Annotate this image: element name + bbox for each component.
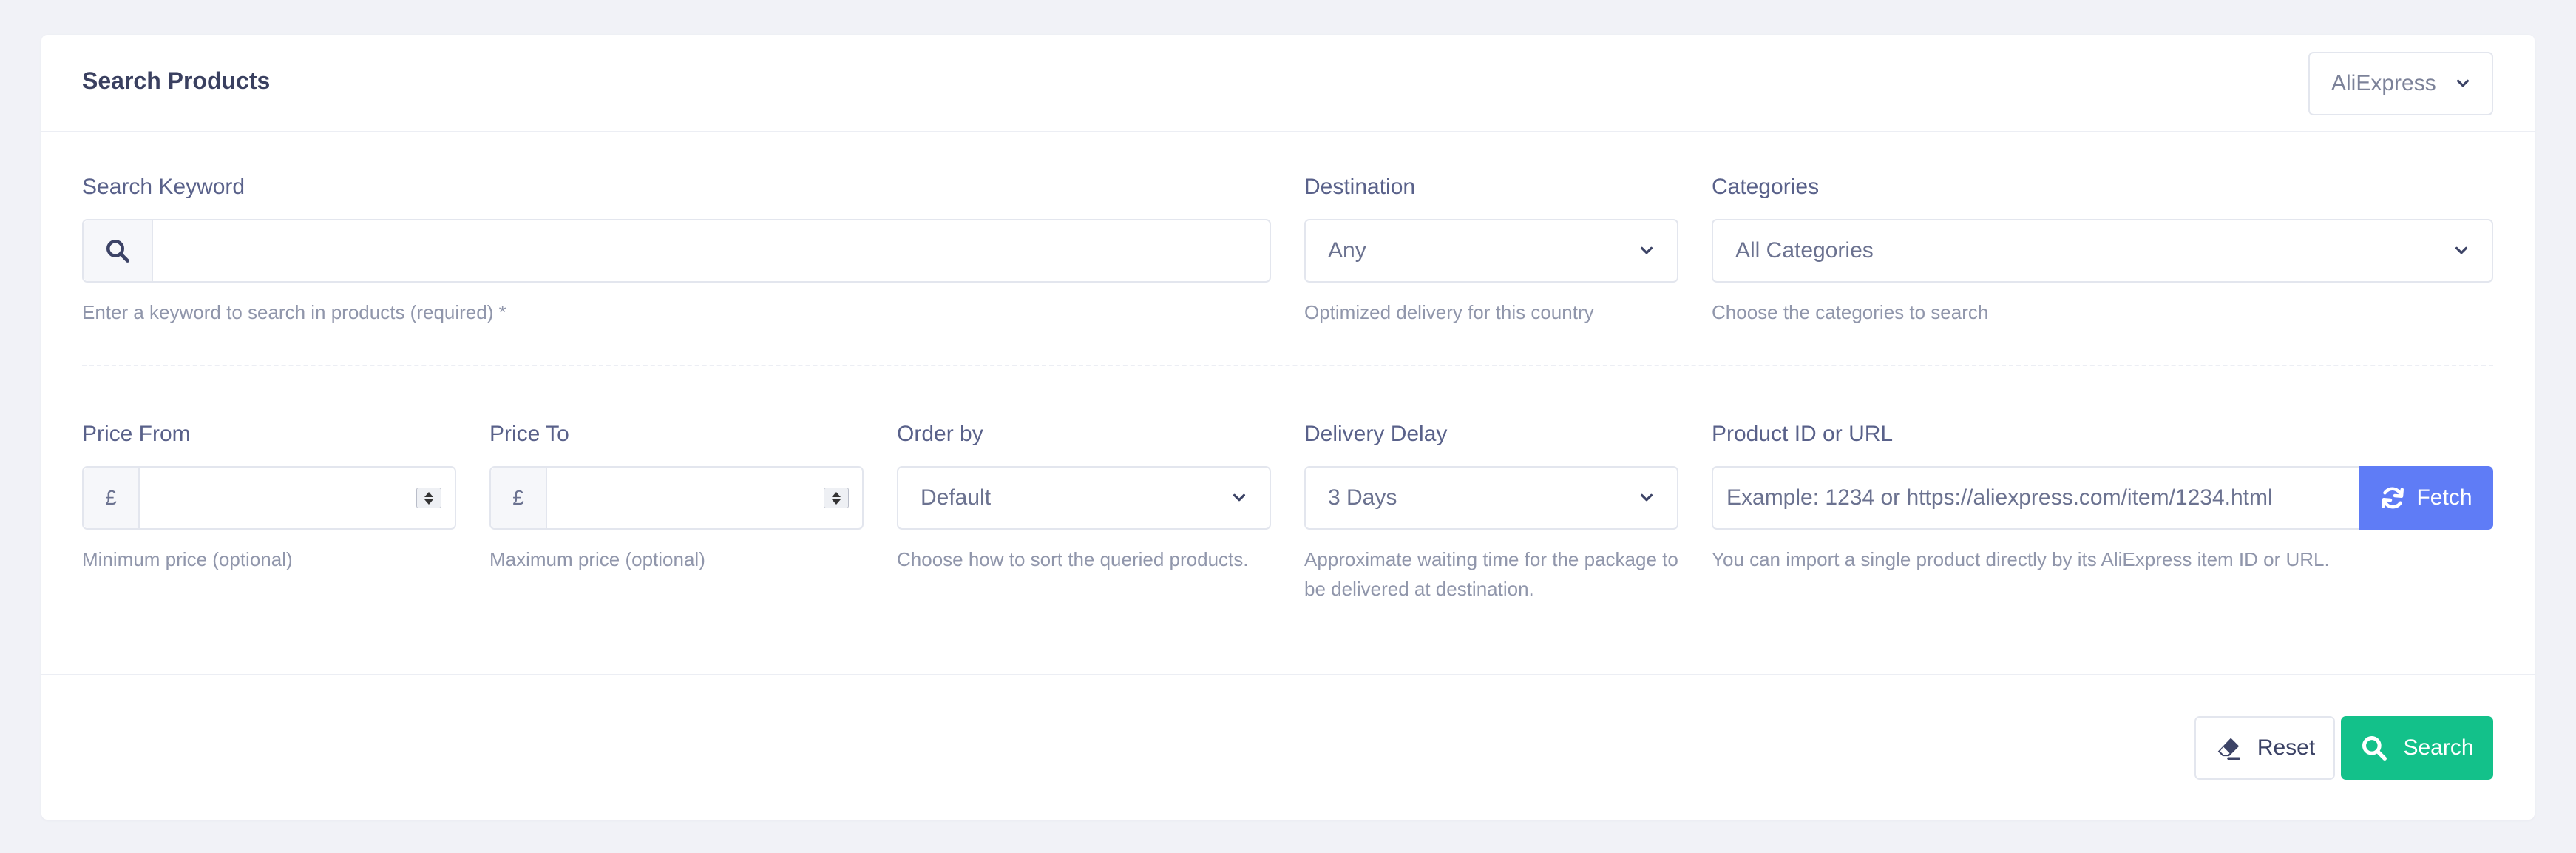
search-button[interactable]: Search [2341,716,2493,780]
price-from-input[interactable] [140,468,455,528]
currency-addon: £ [491,468,547,528]
search-keyword-group [82,219,1271,283]
search-keyword-field: Search Keyword Enter a keyword to search… [82,172,1271,327]
delivery-delay-hint-line2: be delivered at destination. [1304,578,1534,600]
price-from-hint: Minimum price (optional) [82,548,293,570]
search-addon [84,220,153,281]
delivery-delay-hint: Approximate waiting time for the package… [1304,544,1678,604]
delivery-delay-select[interactable]: 3 Days [1304,466,1678,530]
chevron-down-icon [2456,79,2470,87]
product-id-input[interactable]: Example: 1234 or https://aliexpress.com/… [1713,468,2359,528]
chevron-down-icon [1640,246,1653,254]
fetch-label: Fetch [2416,485,2472,510]
order-by-field: Order by Default Choose how to sort the … [897,419,1271,574]
footer-divider [41,674,2535,675]
order-by-label: Order by [897,422,983,446]
eraser-icon [2217,738,2240,760]
order-by-select[interactable]: Default [897,466,1271,530]
chevron-down-icon [1640,493,1653,502]
categories-value: All Categories [1735,238,1874,263]
categories-hint: Choose the categories to search [1712,301,1989,323]
reset-label: Reset [2257,735,2316,760]
search-keyword-input[interactable] [153,220,1270,281]
price-from-group: £ [82,466,456,530]
product-id-group: Example: 1234 or https://aliexpress.com/… [1712,466,2493,530]
refresh-icon [2382,487,2404,509]
search-keyword-label: Search Keyword [82,175,245,199]
store-select-value: AliExpress [2331,71,2436,95]
product-id-hint: You can import a single product directly… [1712,548,2330,570]
price-to-label: Price To [489,422,569,446]
fetch-button[interactable]: Fetch [2359,466,2493,530]
delivery-delay-label: Delivery Delay [1304,422,1448,446]
price-from-label: Price From [82,422,191,446]
section-divider [82,365,2493,366]
reset-button[interactable]: Reset [2194,716,2335,780]
delivery-delay-hint-line1: Approximate waiting time for the package… [1304,548,1678,570]
delivery-delay-value: 3 Days [1328,485,1397,510]
currency-addon: £ [84,468,140,528]
destination-value: Any [1328,238,1366,263]
product-id-label: Product ID or URL [1712,422,1894,446]
search-products-card: Search Products AliExpress Search Keywor… [41,35,2535,820]
delivery-delay-field: Delivery Delay 3 Days Approximate waitin… [1304,419,1678,604]
price-from-field: Price From £ Minimum price (optional) [82,419,456,574]
page-title: Search Products [82,67,271,94]
price-to-group: £ [489,466,864,530]
price-to-hint: Maximum price (optional) [489,548,705,570]
chevron-down-icon [2455,246,2468,254]
destination-hint: Optimized delivery for this country [1304,301,1594,323]
price-to-field: Price To £ Maximum price (optional) [489,419,864,574]
destination-field: Destination Any Optimized delivery for t… [1304,172,1678,327]
card-header: Search Products AliExpress [41,35,2535,132]
search-keyword-hint: Enter a keyword to search in products (r… [82,301,506,323]
price-to-input[interactable] [547,468,862,528]
order-by-hint: Choose how to sort the queried products. [897,548,1249,570]
order-by-value: Default [921,485,992,510]
chevron-down-icon [1233,493,1246,502]
destination-label: Destination [1304,175,1416,199]
number-spinner[interactable] [824,488,849,508]
categories-label: Categories [1712,175,1820,199]
categories-field: Categories All Categories Choose the cat… [1712,172,2493,327]
store-select[interactable]: AliExpress [2308,52,2493,115]
search-label: Search [2403,735,2474,760]
destination-select[interactable]: Any [1304,219,1678,283]
search-icon [106,240,129,263]
product-id-field: Product ID or URL Example: 1234 or https… [1712,419,2493,574]
search-icon [2362,736,2387,761]
categories-select[interactable]: All Categories [1712,219,2493,283]
number-spinner[interactable] [416,488,441,508]
